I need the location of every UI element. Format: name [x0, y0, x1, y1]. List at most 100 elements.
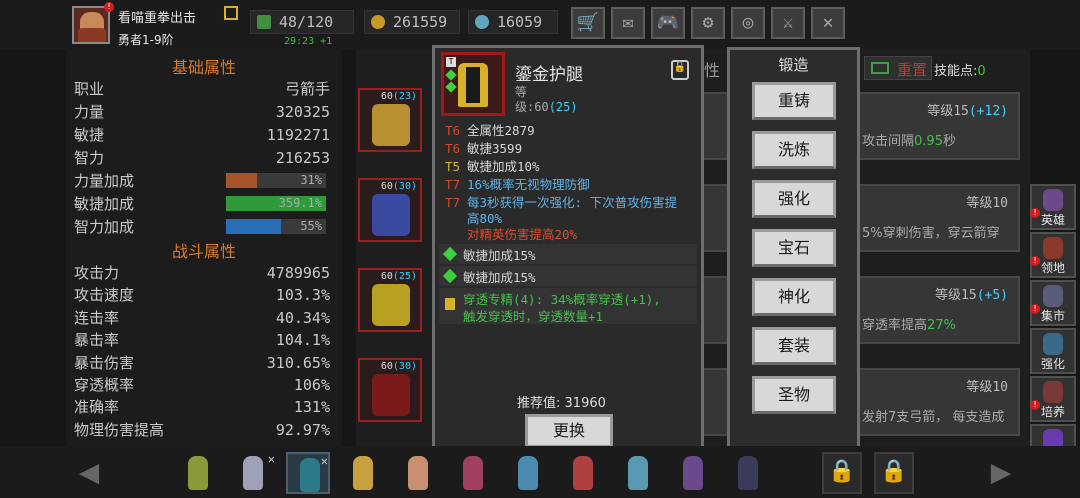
hero-portrait[interactable] [561, 452, 605, 494]
side-nav-0[interactable]: 英雄! [1030, 184, 1076, 230]
tab-fragment: 性 [704, 61, 721, 80]
attribute-value: 4789965 [266, 264, 330, 282]
forge-button[interactable]: 强化 [752, 180, 836, 218]
green-gem-icon [442, 268, 458, 284]
attribute-value: 104.1% [275, 331, 330, 350]
close-icon: ✕ [320, 454, 328, 468]
basic-attributes-title: 基础属性 [171, 58, 236, 77]
combat-attributes-title: 战斗属性 [171, 242, 236, 261]
attribute-label: 敏捷 [74, 126, 105, 144]
gamepad-icon[interactable]: 🎮 [651, 7, 685, 39]
sword-icon[interactable]: ⚔ [771, 7, 805, 39]
attribute-progress-bar: 31% [226, 173, 326, 188]
item-detail-popup: T 鎏金护腿 等 级:60(25) 🔓 T6 全属性2879 T6 敏捷3599 T5 敏… [432, 45, 704, 453]
attribute-label: 攻击力 [74, 264, 120, 282]
crossed-swords-icon[interactable]: ✕ [811, 7, 845, 39]
attribute-label: 暴击率 [74, 331, 120, 350]
prev-arrow-icon[interactable]: ◀ [64, 452, 114, 492]
attribute-value: 310.65% [266, 353, 330, 372]
notification-dot: ! [1030, 256, 1040, 266]
gold-coin-icon [371, 15, 385, 29]
elite-damage-line: 对精英伤害提高20% [467, 227, 578, 242]
attribute-row: 攻击速度 103.3% [66, 284, 336, 306]
hero-portrait[interactable] [616, 452, 660, 494]
attribute-value: 弓箭手 [284, 80, 330, 98]
attribute-row: 敏捷 1192271 [66, 124, 336, 146]
forge-button[interactable]: 洗炼 [752, 131, 836, 169]
forge-button[interactable]: 重铸 [752, 82, 836, 120]
side-nav-1[interactable]: 领地! [1030, 232, 1076, 278]
color-wheel-icon[interactable]: ◎ [731, 7, 765, 39]
hero-avatar[interactable] [72, 6, 110, 44]
equipment-slot[interactable]: 60(23) [358, 88, 422, 152]
next-arrow-icon[interactable]: ▶ [976, 452, 1026, 492]
forge-title: 锻造 [778, 56, 809, 74]
side-nav-3[interactable]: 强化 [1030, 328, 1076, 374]
stat-tier: T7 [445, 195, 461, 210]
equipment-slot[interactable]: 60(25) [358, 268, 422, 332]
attribute-value: 31% [300, 173, 322, 187]
stat-tier: T6 [445, 123, 461, 138]
lock-toggle-icon[interactable]: 🔓 [671, 60, 689, 80]
attribute-bar-row: 力量加成 31% [66, 170, 336, 192]
side-nav-4[interactable]: 培养! [1030, 376, 1076, 422]
stat-tier: T5 [445, 159, 461, 174]
notification-dot: ! [1030, 304, 1040, 314]
attribute-row: 穿透概率 106% [66, 374, 336, 396]
rebuild-button[interactable]: 重置 [864, 56, 932, 80]
hero-portrait[interactable] [506, 452, 550, 494]
skill-description: 攻击间隔 [862, 134, 915, 149]
recommend-score: 推荐值: 31960 [517, 396, 606, 411]
side-nav-2[interactable]: 集市! [1030, 280, 1076, 326]
hero-portrait[interactable] [671, 452, 715, 494]
stat-text: 全属性2879 [467, 123, 535, 138]
hero-portrait[interactable] [341, 452, 385, 494]
attribute-row: 暴击伤害 310.65% [66, 352, 336, 374]
gear-icon [372, 284, 410, 326]
gem-counter: 16059 [468, 10, 558, 34]
equipment-slot[interactable]: 60(30) [358, 178, 422, 242]
forge-button[interactable]: 宝石 [752, 229, 836, 267]
mail-icon[interactable]: ✉ [611, 7, 645, 39]
stat-text: 敏捷加成10% [467, 159, 540, 174]
hero-portrait[interactable] [396, 452, 440, 494]
attribute-row: 智力 216253 [66, 147, 336, 169]
skill-level-bonus: (+12) [968, 104, 1008, 119]
skill-level: 等级10 [966, 380, 1008, 395]
attribute-label: 智力 [74, 149, 105, 167]
item-stat-line: T6 敏捷3599 [445, 140, 522, 158]
forge-button[interactable]: 圣物 [752, 376, 836, 414]
attribute-value: 106% [293, 376, 330, 394]
skill-description: 发射7支弓箭， 每支造成 [862, 410, 1005, 425]
gear-icon [372, 104, 410, 146]
notification-dot: ! [104, 2, 114, 12]
hero-portrait[interactable]: ✕ [231, 452, 275, 494]
equipment-slot[interactable]: 60(30) [358, 358, 422, 422]
edit-name-icon[interactable] [224, 6, 238, 20]
forge-panel: 锻造 重铸洗炼强化宝石神化套装圣物 [727, 47, 860, 452]
hero-portrait[interactable] [726, 452, 770, 494]
green-gem-icon [442, 246, 458, 262]
close-icon: ✕ [267, 452, 275, 466]
rebuild-icon [871, 62, 889, 74]
notification-dot: ! [1030, 208, 1040, 218]
attribute-bar-row: 智力加成 55% [66, 216, 336, 238]
side-nav-label: 强化 [1040, 357, 1065, 371]
forge-button[interactable]: 神化 [752, 278, 836, 316]
forge-button[interactable]: 套装 [752, 327, 836, 365]
shop-icon[interactable]: 🛒 [571, 7, 605, 39]
stat-text: 16%概率无视物理防御 [467, 177, 590, 192]
attribute-label: 准确率 [74, 398, 120, 417]
attribute-label: 敏捷加成 [74, 195, 135, 213]
locked-slot-icon: 🔒 [874, 452, 914, 494]
hero-portrait[interactable]: ✕ [286, 452, 330, 494]
attribute-progress-bar: 359.1% [226, 196, 326, 211]
stat-tier: T6 [445, 141, 461, 156]
hero-portrait[interactable] [176, 452, 220, 494]
replace-button[interactable]: 更换 [525, 414, 613, 448]
attribute-label: 职业 [74, 80, 105, 98]
attribute-label: 暴击伤害 [74, 353, 135, 372]
skill-level-bonus: (+5) [976, 288, 1008, 303]
settings-icon[interactable]: ⚙ [691, 7, 725, 39]
hero-portrait[interactable] [451, 452, 495, 494]
